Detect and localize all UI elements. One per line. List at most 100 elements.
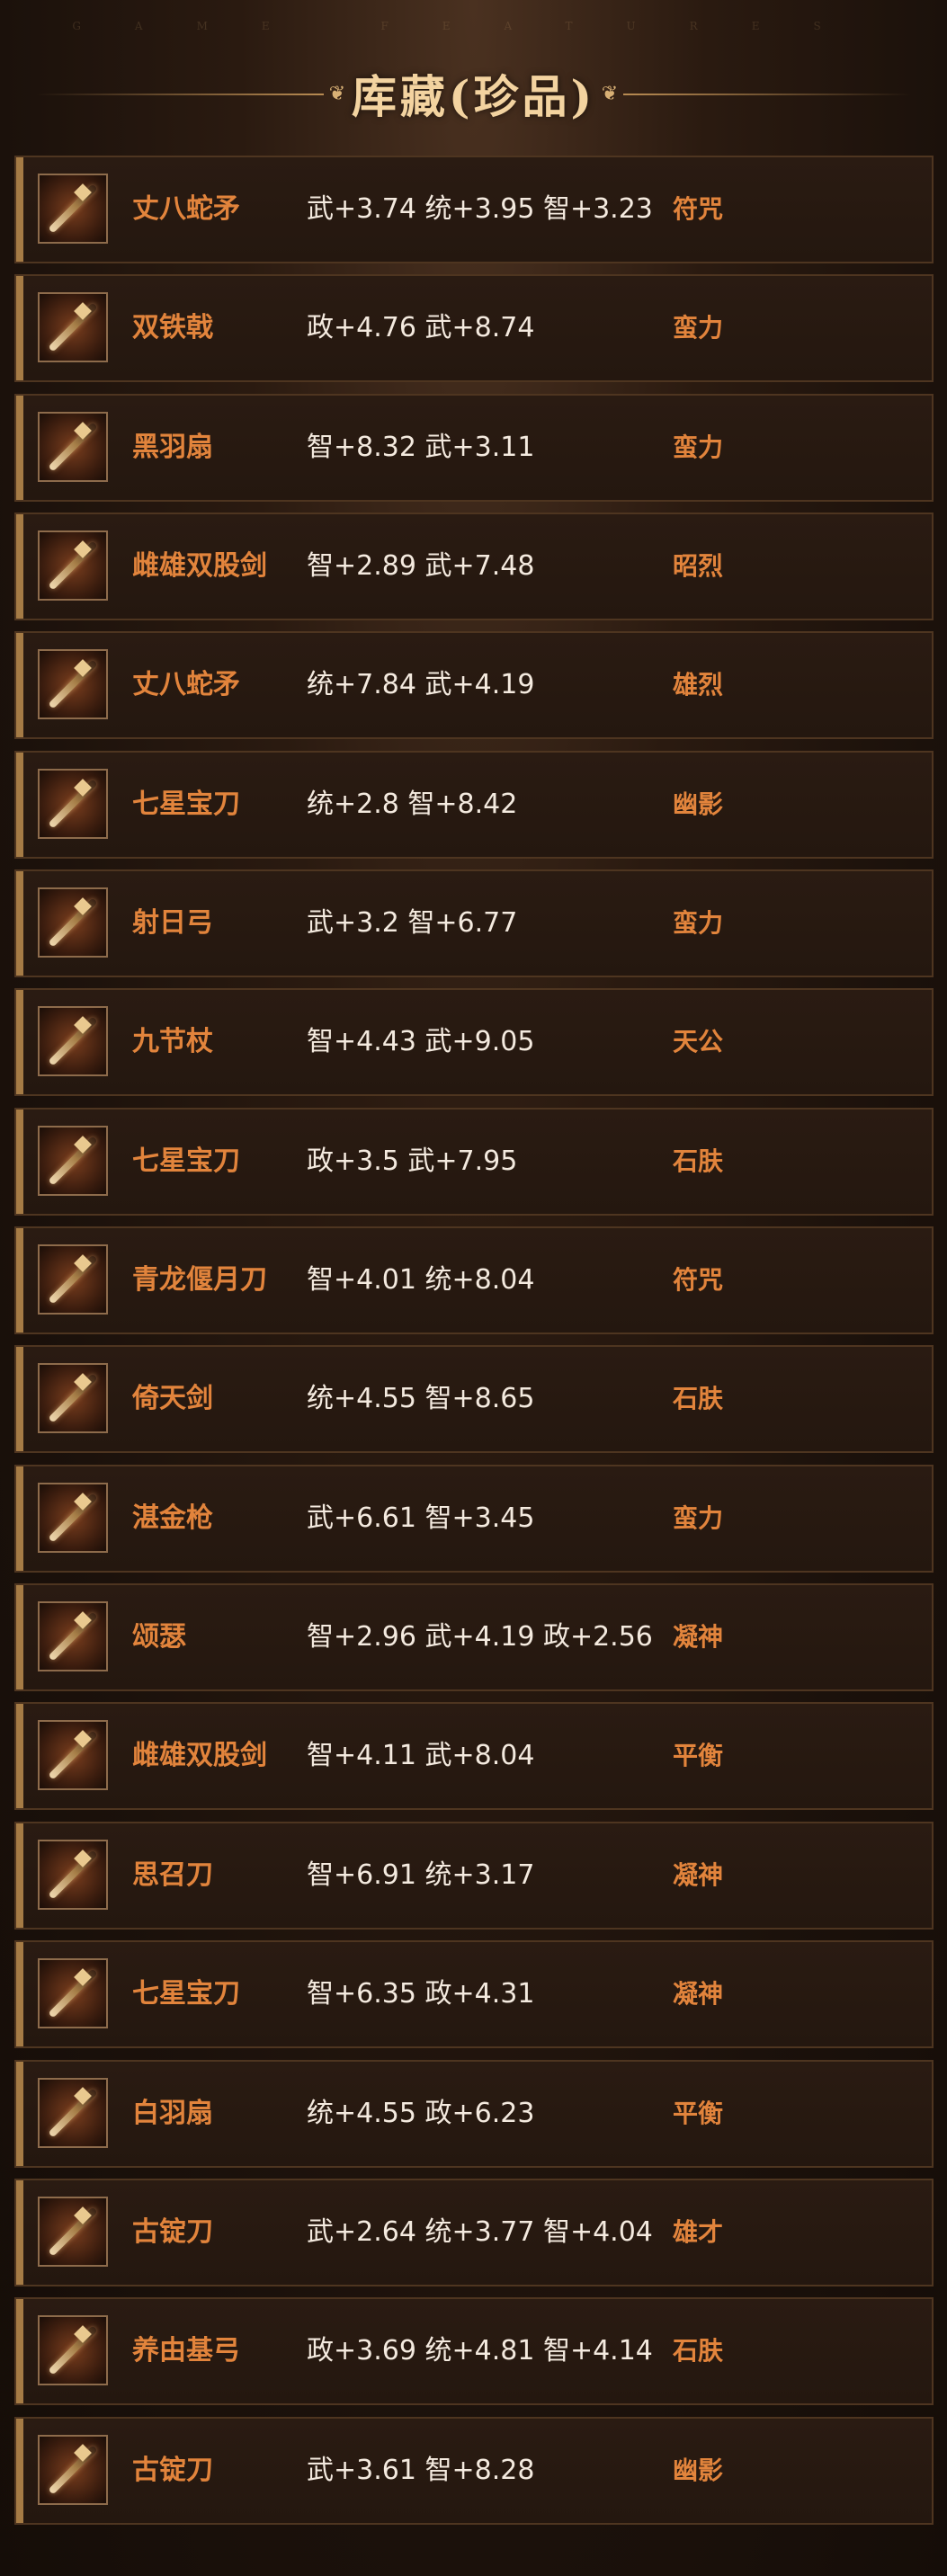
item-name: 青龙偃月刀 [132, 1264, 267, 1297]
item-icon [38, 1958, 108, 2029]
item-stats: 武+2.64 统+3.77 智+4.04 [307, 2215, 653, 2248]
item-name: 思召刀 [132, 1858, 213, 1891]
item-name: 七星宝刀 [132, 1978, 240, 2010]
list-item[interactable]: 七星宝刀 统+2.8 智+8.42 幽影 [14, 750, 934, 859]
item-name: 古锭刀 [132, 2454, 213, 2486]
item-trait: 石肤 [673, 1145, 724, 1176]
list-item[interactable]: 雌雄双股剑 智+2.89 武+7.48 昭烈 [14, 513, 934, 621]
treasure-list: 丈八蛇矛 武+3.74 统+3.95 智+3.23 符咒 双铁戟 政+4.76 武+8.… [14, 156, 934, 2536]
item-stats: 智+8.32 武+3.11 [307, 431, 535, 463]
item-name: 白羽扇 [132, 2097, 213, 2129]
list-item[interactable]: 黑羽扇 智+8.32 武+3.11 蛮力 [14, 393, 934, 502]
item-icon [38, 2196, 108, 2267]
item-icon [38, 2315, 108, 2386]
item-trait: 幽影 [673, 2455, 724, 2485]
item-icon [38, 2434, 108, 2505]
item-icon [38, 1244, 108, 1315]
item-trait: 雄才 [673, 2216, 724, 2247]
item-stats: 智+4.01 统+8.04 [307, 1264, 535, 1297]
item-name: 丈八蛇矛 [132, 669, 240, 701]
item-icon [38, 174, 108, 244]
item-name: 七星宝刀 [132, 788, 240, 820]
item-name: 古锭刀 [132, 2215, 213, 2248]
header-watermark-text: GAME FEATURES [72, 20, 875, 32]
list-item[interactable]: 思召刀 智+6.91 统+3.17 凝神 [14, 1821, 934, 1930]
item-trait: 凝神 [673, 1979, 724, 2010]
item-trait: 平衡 [673, 1741, 724, 1771]
item-stats: 智+4.11 武+8.04 [307, 1740, 535, 1772]
list-item[interactable]: 丈八蛇矛 统+7.84 武+4.19 雄烈 [14, 631, 934, 740]
list-item[interactable]: 青龙偃月刀 智+4.01 统+8.04 符咒 [14, 1226, 934, 1335]
ornament-right-icon: ❦ [601, 83, 619, 105]
item-name: 黑羽扇 [132, 431, 213, 463]
item-name: 九节杖 [132, 1026, 213, 1058]
item-trait: 凝神 [673, 1622, 724, 1653]
list-item[interactable]: 射日弓 武+3.2 智+6.77 蛮力 [14, 869, 934, 978]
item-name: 倚天剑 [132, 1383, 213, 1415]
item-stats: 统+7.84 武+4.19 [307, 669, 535, 701]
list-item[interactable]: 古锭刀 武+3.61 智+8.28 幽影 [14, 2416, 934, 2525]
list-item[interactable]: 白羽扇 统+4.55 政+6.23 平衡 [14, 2059, 934, 2168]
item-icon [38, 530, 108, 602]
list-item[interactable]: 丈八蛇矛 武+3.74 统+3.95 智+3.23 符咒 [14, 156, 934, 263]
item-name: 颂瑟 [132, 1621, 186, 1653]
item-stats: 政+3.5 武+7.95 [307, 1145, 518, 1177]
item-stats: 武+3.2 智+6.77 [307, 907, 518, 940]
item-name: 七星宝刀 [132, 1145, 240, 1177]
item-trait: 石肤 [673, 2336, 724, 2367]
list-item[interactable]: 颂瑟 智+2.96 武+4.19 政+2.56 凝神 [14, 1583, 934, 1692]
item-name: 双铁戟 [132, 312, 213, 344]
item-trait: 平衡 [673, 2098, 724, 2128]
item-icon [38, 887, 108, 958]
item-trait: 蛮力 [673, 908, 724, 939]
item-stats: 智+2.89 武+7.48 [307, 550, 535, 583]
item-name: 养由基弓 [132, 2335, 240, 2367]
item-trait: 凝神 [673, 1859, 724, 1890]
item-stats: 统+2.8 智+8.42 [307, 788, 518, 820]
item-stats: 统+4.55 智+8.65 [307, 1383, 535, 1415]
item-name: 雌雄双股剑 [132, 550, 267, 583]
item-trait: 符咒 [673, 194, 724, 224]
list-item[interactable]: 雌雄双股剑 智+4.11 武+8.04 平衡 [14, 1702, 934, 1811]
item-icon [38, 1125, 108, 1196]
list-item[interactable]: 湛金枪 武+6.61 智+3.45 蛮力 [14, 1464, 934, 1573]
list-item[interactable]: 古锭刀 武+2.64 统+3.77 智+4.04 雄才 [14, 2178, 934, 2286]
page-background: GAME FEATURES ❦ 库藏(珍品) ❦ 丈八蛇矛 武+3.74 统+3.… [0, 0, 947, 2576]
item-name: 射日弓 [132, 907, 213, 940]
item-icon [38, 1482, 108, 1553]
list-item[interactable]: 双铁戟 政+4.76 武+8.74 蛮力 [14, 274, 934, 383]
item-icon [38, 1363, 108, 1434]
item-stats: 政+4.76 武+8.74 [307, 312, 535, 344]
item-icon [38, 768, 108, 839]
list-item[interactable]: 九节杖 智+4.43 武+9.05 天公 [14, 988, 934, 1097]
item-stats: 统+4.55 政+6.23 [307, 2097, 535, 2129]
item-icon [38, 1720, 108, 1791]
header-divider-right [623, 94, 911, 95]
list-item[interactable]: 七星宝刀 政+3.5 武+7.95 石肤 [14, 1107, 934, 1216]
item-stats: 政+3.69 统+4.81 智+4.14 [307, 2335, 653, 2367]
item-stats: 智+6.91 统+3.17 [307, 1858, 535, 1891]
item-trait: 蛮力 [673, 1502, 724, 1533]
item-trait: 雄烈 [673, 670, 724, 700]
header: GAME FEATURES ❦ 库藏(珍品) ❦ [0, 0, 947, 153]
list-item[interactable]: 七星宝刀 智+6.35 政+4.31 凝神 [14, 1940, 934, 2049]
item-trait: 昭烈 [673, 551, 724, 582]
item-trait: 蛮力 [673, 432, 724, 462]
item-icon [38, 1839, 108, 1910]
item-stats: 武+3.61 智+8.28 [307, 2454, 535, 2486]
item-icon [38, 292, 108, 363]
item-trait: 天公 [673, 1027, 724, 1057]
item-name: 丈八蛇矛 [132, 193, 240, 225]
item-stats: 智+4.43 武+9.05 [307, 1026, 535, 1058]
list-item[interactable]: 倚天剑 统+4.55 智+8.65 石肤 [14, 1345, 934, 1454]
item-trait: 幽影 [673, 789, 724, 819]
item-trait: 符咒 [673, 1265, 724, 1296]
item-name: 湛金枪 [132, 1502, 213, 1534]
item-stats: 智+2.96 武+4.19 政+2.56 [307, 1621, 653, 1653]
item-trait: 蛮力 [673, 313, 724, 343]
item-stats: 武+3.74 统+3.95 智+3.23 [307, 193, 653, 225]
item-stats: 武+6.61 智+3.45 [307, 1502, 535, 1534]
list-item[interactable]: 养由基弓 政+3.69 统+4.81 智+4.14 石肤 [14, 2297, 934, 2406]
item-icon [38, 649, 108, 720]
item-stats: 智+6.35 政+4.31 [307, 1978, 535, 2010]
